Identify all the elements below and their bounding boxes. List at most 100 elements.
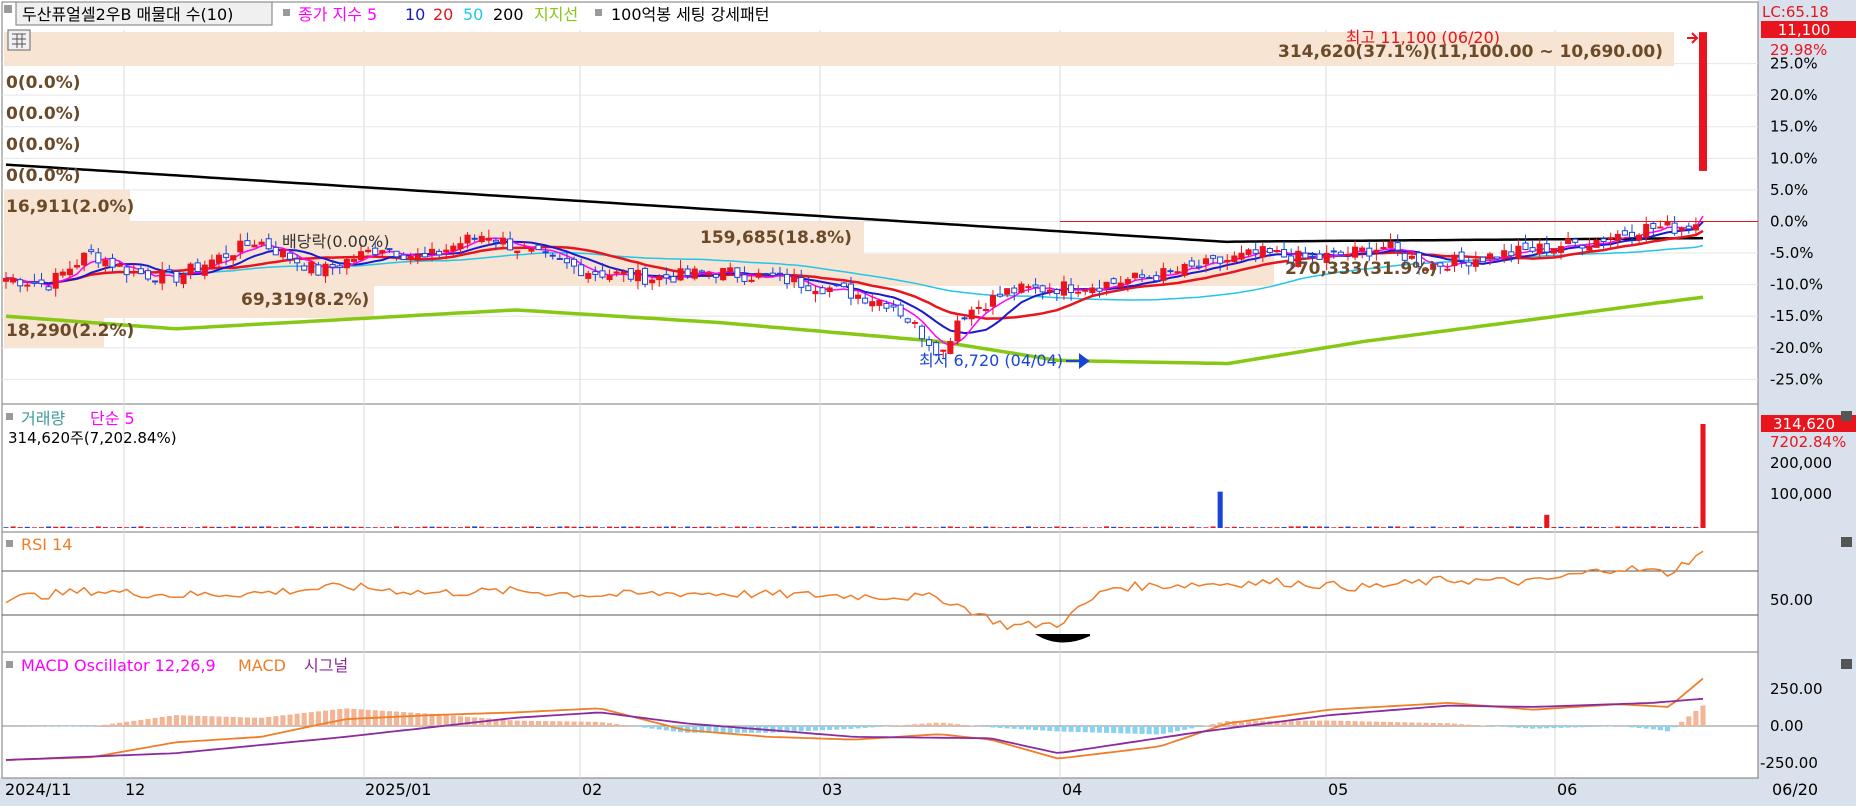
volume-bar (1608, 527, 1613, 528)
volume-bar (486, 527, 491, 528)
macd-osc-bar (1154, 726, 1159, 734)
candle-body (621, 272, 626, 274)
macd-osc-bar (437, 714, 442, 726)
volume-bar (1644, 527, 1649, 528)
rsi-title[interactable]: RSI 14 (21, 535, 72, 554)
x-tick: 03 (822, 780, 842, 799)
macd-osc-bar (1509, 726, 1514, 727)
candle-body (1111, 279, 1116, 284)
macd-osc-bar (309, 712, 314, 726)
candle-body (96, 253, 101, 263)
candle-body (39, 280, 44, 284)
macd-osc-bar (1012, 726, 1017, 729)
rsi-tick: 50.00 (1770, 591, 1813, 609)
volume-bar (806, 527, 811, 528)
macd-osc-bar (1580, 726, 1585, 727)
close-panel-icon[interactable] (1841, 411, 1852, 421)
candle-body (898, 305, 903, 316)
candle-body (571, 259, 576, 266)
candle-body (1125, 280, 1130, 284)
macd-osc-bar (351, 709, 356, 726)
candle-body (1587, 246, 1592, 250)
volume-bar (820, 527, 825, 528)
signal-label[interactable]: 시그널 (304, 656, 348, 675)
candle-body (841, 283, 846, 287)
close-panel-icon[interactable] (1841, 659, 1852, 669)
volume-bar (557, 527, 562, 528)
candle-body (195, 263, 200, 272)
volume-bar (1502, 527, 1507, 528)
candle-body (408, 257, 413, 260)
macd-osc-bar (1530, 726, 1535, 729)
volume-bar (160, 527, 165, 528)
ma20-label[interactable]: 20 (433, 5, 453, 24)
macd-osc-bar (238, 717, 243, 726)
candle-body (1537, 244, 1542, 254)
candle-body (827, 288, 832, 292)
volume-bar (53, 527, 58, 528)
volume-panel (2, 404, 1758, 532)
volume-bar (32, 527, 37, 528)
volume-bar (1225, 527, 1230, 528)
macd-osc-bar (557, 721, 562, 726)
macd-osc-bar (344, 708, 349, 726)
candle-body (1551, 249, 1556, 253)
macd-osc-bar (1168, 726, 1173, 732)
candle-body (792, 277, 797, 282)
ma50-label[interactable]: 50 (463, 5, 483, 24)
macd-osc-bar (1118, 726, 1123, 733)
candle-body (1381, 248, 1386, 249)
support-label[interactable]: 지지선 (534, 5, 578, 24)
volume-ma-label[interactable]: 단순 5 (90, 409, 135, 428)
candle-body (60, 272, 65, 275)
candle-body (657, 277, 662, 280)
volume-bar (515, 527, 520, 528)
volume-bar (742, 527, 747, 528)
volume-bar (273, 527, 278, 528)
volume-bar (1573, 527, 1578, 528)
volume-bar (259, 527, 264, 528)
candle-body (1516, 246, 1521, 257)
candle-body (1196, 266, 1201, 267)
stock-name[interactable]: 두산퓨얼셀2우B 매물대 수(10) (22, 5, 233, 24)
volume-bar (1431, 527, 1436, 528)
volume-bar (1211, 526, 1216, 528)
macd-osc-bar (74, 726, 79, 727)
macd-osc-bar (927, 723, 932, 726)
candle-body (919, 326, 924, 338)
pattern-label[interactable]: 100억봉 세팅 강세패턴 (611, 5, 769, 24)
macd-osc-bar (209, 716, 214, 726)
macd-osc-bar (1601, 726, 1606, 727)
macd-osc-bar (536, 721, 541, 726)
candle-body (1019, 284, 1024, 292)
volume-bar (621, 527, 626, 528)
ma-label[interactable]: 종가 지수 5 (298, 5, 377, 24)
volume-bar (685, 527, 690, 528)
macd-osc-bar (522, 721, 527, 726)
volume-bar (103, 527, 108, 528)
macd-title[interactable]: MACD Oscillator 12,26,9 (21, 656, 216, 675)
close-panel-icon[interactable] (1841, 537, 1852, 547)
volume-title[interactable]: 거래량 (21, 409, 65, 428)
macd-osc-bar (1516, 726, 1521, 728)
x-tick: 2024/11 (5, 780, 71, 799)
candle-body (714, 274, 719, 277)
candle-body (785, 274, 790, 283)
macd-osc-bar (1480, 725, 1485, 726)
volume-bar (231, 526, 236, 528)
volume-bar (884, 527, 889, 528)
ma200-label[interactable]: 200 (493, 5, 524, 24)
macd-osc-bar (834, 726, 839, 730)
volume-bar (1274, 527, 1279, 528)
ma10-label[interactable]: 10 (405, 5, 425, 24)
table-toggle-icon[interactable] (8, 30, 30, 50)
candle-body (543, 252, 548, 253)
volume-bar (848, 527, 853, 528)
candle-body (209, 260, 214, 269)
candle-body (1487, 254, 1492, 258)
volume-bar (912, 527, 917, 528)
legend-square-icon (595, 9, 602, 16)
macd-label[interactable]: MACD (238, 656, 286, 675)
volume-bar (1054, 526, 1059, 528)
macd-osc-bar (1040, 726, 1045, 731)
